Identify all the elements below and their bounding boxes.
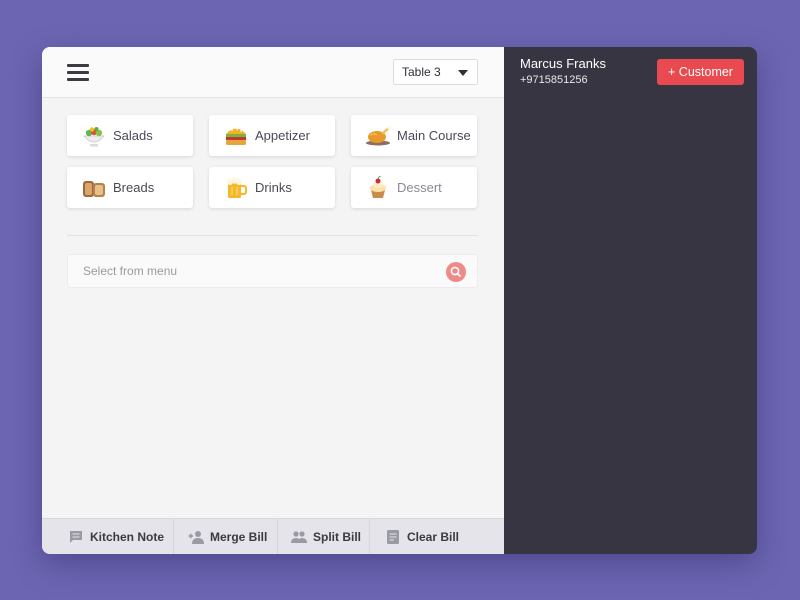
divider — [67, 235, 478, 236]
menu-search — [67, 254, 478, 288]
category-appetizer[interactable]: Appetizer — [209, 115, 335, 156]
merge-bill-button[interactable]: Merge Bill — [174, 519, 278, 554]
order-panel: Table 3 Salads Appetizer Main Course Bre… — [42, 47, 504, 554]
bread-icon — [83, 180, 105, 197]
category-label: Main Course — [397, 128, 471, 143]
pos-window: Table 3 Salads Appetizer Main Course Bre… — [42, 47, 757, 554]
chat-icon — [70, 530, 82, 543]
kitchen-note-label: Kitchen Note — [90, 529, 165, 544]
search-icon[interactable] — [446, 262, 466, 282]
category-label: Salads — [113, 128, 153, 143]
add-person-icon — [188, 530, 204, 544]
category-main-course[interactable]: Main Course — [351, 115, 477, 156]
sandwich-icon — [226, 127, 246, 145]
merge-bill-label: Merge Bill — [210, 529, 268, 544]
category-salads[interactable]: Salads — [67, 115, 193, 156]
table-select-value: Table 3 — [402, 65, 441, 79]
customer-panel: Marcus Franks +9715851256 + Customer — [504, 47, 757, 554]
beer-icon — [227, 176, 247, 198]
document-icon — [387, 529, 399, 544]
roast-chicken-icon — [366, 125, 391, 145]
category-label: Breads — [113, 180, 155, 195]
category-dessert[interactable]: Dessert — [351, 167, 477, 208]
category-drinks[interactable]: Drinks — [209, 167, 335, 208]
search-input[interactable] — [68, 255, 428, 287]
top-bar: Table 3 — [42, 47, 504, 98]
bill-actions-bar: Kitchen Note Merge Bill Split Bill Clear… — [42, 518, 504, 554]
category-label: Appetizer — [255, 128, 310, 143]
cupcake-icon — [370, 175, 386, 198]
split-bill-label: Split Bill — [313, 529, 361, 544]
group-icon — [291, 530, 307, 543]
customer-name: Marcus Franks — [520, 56, 606, 71]
salad-icon — [83, 126, 105, 146]
kitchen-note-button[interactable]: Kitchen Note — [42, 519, 174, 554]
add-customer-button[interactable]: + Customer — [657, 59, 744, 85]
hamburger-icon[interactable] — [67, 62, 89, 82]
category-label: Drinks — [255, 180, 292, 195]
customer-phone: +9715851256 — [520, 74, 588, 86]
category-breads[interactable]: Breads — [67, 167, 193, 208]
chevron-down-icon — [458, 70, 468, 76]
clear-bill-button[interactable]: Clear Bill — [370, 519, 504, 554]
category-grid: Salads Appetizer Main Course Breads Drin… — [67, 115, 478, 208]
split-bill-button[interactable]: Split Bill — [278, 519, 370, 554]
clear-bill-label: Clear Bill — [407, 529, 460, 544]
table-select[interactable]: Table 3 — [393, 59, 478, 85]
category-label: Dessert — [397, 180, 442, 195]
